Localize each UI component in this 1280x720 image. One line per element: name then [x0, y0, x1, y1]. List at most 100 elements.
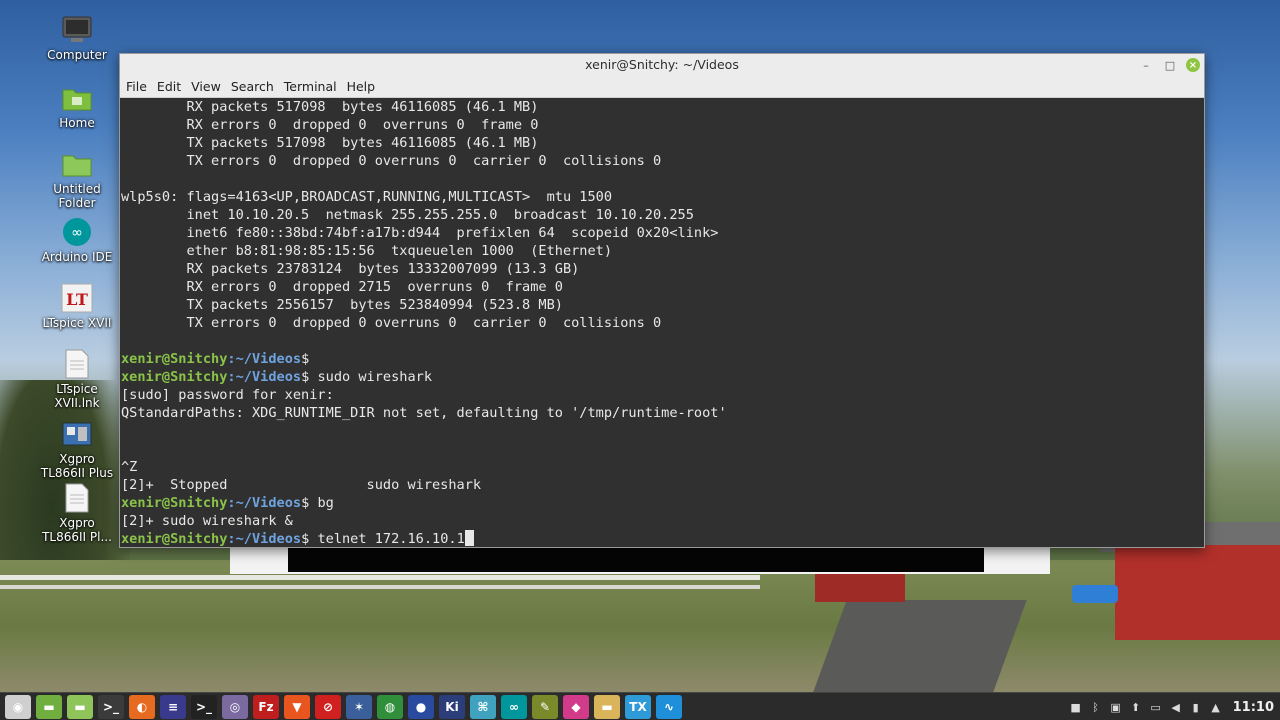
eclipse-icon[interactable]: ≡: [160, 694, 186, 719]
clock[interactable]: 11:10: [1233, 700, 1274, 715]
kicad-icon[interactable]: ✶: [346, 694, 372, 719]
desktop-icon-label: Home: [59, 116, 95, 130]
folder-icon: [61, 148, 93, 180]
prompt-user: xenir@Snitchy: [121, 351, 228, 367]
bluetooth-tray-icon[interactable]: ᛒ: [1089, 700, 1103, 714]
desktop-icon-computer[interactable]: Computer: [36, 14, 118, 62]
privacy-icon[interactable]: ●: [408, 694, 434, 719]
terminal-line: TX errors 0 dropped 0 overruns 0 carrier…: [121, 315, 662, 331]
terminal-line: [2]+ sudo wireshark &: [121, 513, 293, 529]
terminal-icon[interactable]: >_: [98, 694, 124, 719]
folder-task-icon[interactable]: ▬: [594, 694, 620, 719]
terminal-line: inet 10.10.20.5 netmask 255.255.255.0 br…: [121, 207, 694, 223]
svg-text:∞: ∞: [71, 225, 83, 241]
text-cursor: [464, 530, 474, 546]
menu-file[interactable]: File: [126, 76, 154, 97]
maximize-button[interactable]: □: [1162, 57, 1178, 73]
menu-search[interactable]: Search: [231, 76, 281, 97]
window-titlebar[interactable]: xenir@Snitchy: ~/Videos – □ ×: [120, 54, 1204, 76]
arduino-task-icon[interactable]: ∞: [501, 694, 527, 719]
prompt-command-input[interactable]: telnet 172.16.10.1: [309, 531, 464, 547]
terminal-line: RX packets 23783124 bytes 13332007099 (1…: [121, 261, 580, 277]
file-icon: [61, 482, 93, 514]
desktop-icon-xgpro-lnk[interactable]: Xgpro TL866II Pl...: [36, 482, 118, 544]
close-button[interactable]: ×: [1186, 58, 1200, 72]
camera-tray-icon[interactable]: ■: [1069, 700, 1083, 714]
wave-icon[interactable]: ∿: [656, 694, 682, 719]
desktop-icon-ltspice[interactable]: LT LTspice XVII: [36, 282, 118, 330]
menu-terminal[interactable]: Terminal: [284, 76, 344, 97]
home-folder-icon: [61, 82, 93, 114]
volume-tray-icon[interactable]: ◀: [1169, 700, 1183, 714]
background-fence: [0, 575, 760, 589]
files-icon[interactable]: ▬: [67, 694, 93, 719]
desktop-icon-label: Computer: [47, 48, 107, 62]
background-barn-far: [815, 572, 905, 602]
computer-icon: [61, 14, 93, 46]
desktop-icon-untitled-folder[interactable]: Untitled Folder: [36, 148, 118, 210]
background-barn: [1115, 545, 1280, 640]
prompt-command: sudo wireshark: [309, 369, 433, 385]
desktop-icon-label: Xgpro TL866II Plus: [40, 452, 114, 480]
xgpro-icon: [61, 418, 93, 450]
terminal-line: TX packets 517098 bytes 46116085 (46.1 M…: [121, 135, 539, 151]
wireshark-icon[interactable]: ◆: [563, 694, 589, 719]
tx-icon[interactable]: TX: [625, 694, 651, 719]
desktop-icon-xgpro[interactable]: Xgpro TL866II Plus: [36, 418, 118, 480]
window-controls: – □ ×: [1138, 57, 1200, 73]
terminal-line: QStandardPaths: XDG_RUNTIME_DIR not set,…: [121, 405, 727, 421]
prompt-path: :~/Videos: [227, 369, 302, 385]
menu-edit[interactable]: Edit: [157, 76, 188, 97]
prompt-sign: $: [301, 351, 310, 367]
desktop-icon-label: Xgpro TL866II Pl...: [42, 516, 112, 544]
clipboard-tray-icon[interactable]: ▣: [1109, 700, 1123, 714]
network-icon[interactable]: ⌘: [470, 694, 496, 719]
globe-icon[interactable]: ◍: [377, 694, 403, 719]
desktop-icon-home[interactable]: Home: [36, 82, 118, 130]
terminal-window[interactable]: xenir@Snitchy: ~/Videos – □ × File Edit …: [119, 53, 1205, 548]
terminal-prompt-line: xenir@Snitchy:~/Videos$ bg: [121, 494, 1204, 512]
svg-text:LT: LT: [66, 290, 88, 309]
firefox-icon[interactable]: ◐: [129, 694, 155, 719]
network-tray-icon[interactable]: ▭: [1149, 700, 1163, 714]
desktop-icon-arduino-ide[interactable]: ∞ Arduino IDE: [36, 216, 118, 264]
terminal-line: RX errors 0 dropped 2715 overruns 0 fram…: [121, 279, 563, 295]
terminal-prompt-line[interactable]: xenir@Snitchy:~/Videos$ telnet 172.16.10…: [121, 530, 1204, 547]
minimize-button[interactable]: –: [1138, 57, 1154, 73]
background-tarp: [1072, 585, 1118, 603]
desktop-icon-label: LTspice XVII: [42, 316, 112, 330]
tools-icon[interactable]: ✎: [532, 694, 558, 719]
prompt-path: :~/Videos: [227, 531, 302, 547]
terminal-prompt-line: xenir@Snitchy:~/Videos$: [121, 350, 1204, 368]
stop-icon[interactable]: ⊘: [315, 694, 341, 719]
filezilla-icon[interactable]: Fz: [253, 694, 279, 719]
power-tray-icon[interactable]: ▮: [1189, 700, 1203, 714]
mint-menu-icon[interactable]: ◉: [5, 694, 31, 719]
terminal-output[interactable]: RX packets 517098 bytes 46116085 (46.1 M…: [120, 98, 1204, 547]
update-tray-icon[interactable]: ⬆: [1129, 700, 1143, 714]
terminal-line: [sudo] password for xenir:: [121, 387, 334, 403]
prompt-path: :~/Videos: [227, 495, 302, 511]
tray-icons: ■ ᛒ ▣ ⬆ ▭ ◀ ▮ ▲: [1069, 700, 1223, 714]
prompt-command: bg: [309, 495, 334, 511]
brave-icon[interactable]: ▼: [284, 694, 310, 719]
screenshot-icon[interactable]: ◎: [222, 694, 248, 719]
terminal-line: TX packets 2556157 bytes 523840994 (523.…: [121, 297, 563, 313]
settings-tray-icon[interactable]: ▲: [1209, 700, 1223, 714]
terminal-line: ^Z: [121, 459, 138, 475]
show-desktop-icon[interactable]: ▬: [36, 694, 62, 719]
terminal-line: ether b8:81:98:85:15:56 txqueuelen 1000 …: [121, 243, 613, 259]
file-icon: [61, 348, 93, 380]
prompt-user: xenir@Snitchy: [121, 369, 228, 385]
desktop-icon-ltspice-lnk[interactable]: LTspice XVII.lnk: [36, 348, 118, 410]
taskbar-apps: ◉ ▬ ▬ >_ ◐ ≡ >_ ◎ Fz ▼ ⊘ ✶ ◍ ● Ki ⌘ ∞ ✎ ◆ ▬ TX ∿: [0, 694, 682, 719]
menu-view[interactable]: View: [191, 76, 228, 97]
arduino-icon: ∞: [61, 216, 93, 248]
terminal-2-icon[interactable]: >_: [191, 694, 217, 719]
terminal-line: RX errors 0 dropped 0 overruns 0 frame 0: [121, 117, 539, 133]
kicad-ki-icon[interactable]: Ki: [439, 694, 465, 719]
menu-help[interactable]: Help: [347, 76, 383, 97]
